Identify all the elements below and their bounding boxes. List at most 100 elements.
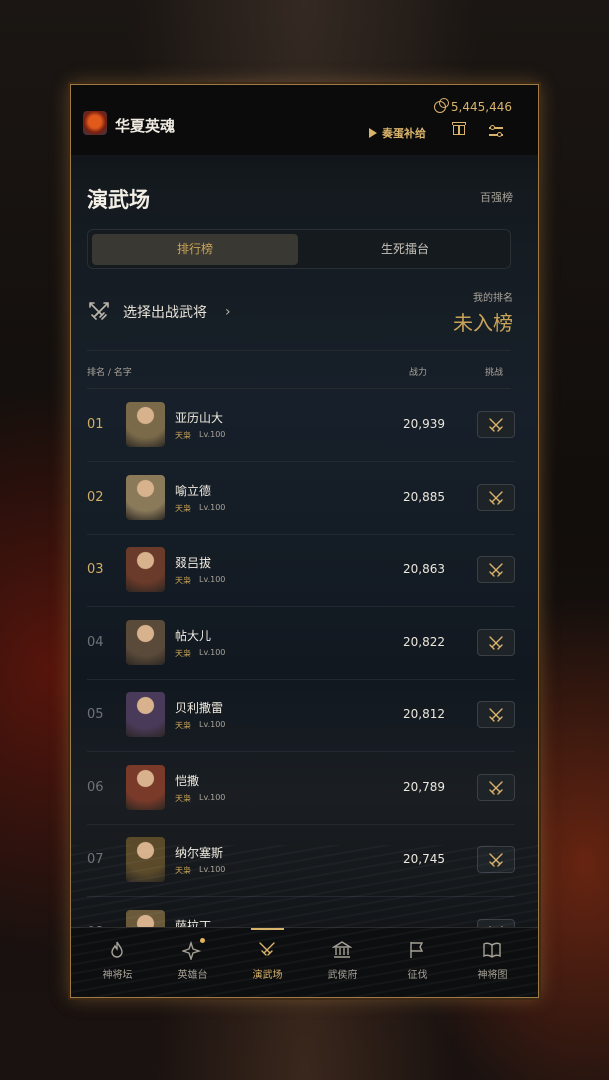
hero-level: Lv.100	[199, 865, 226, 874]
flag-icon	[410, 942, 424, 958]
power-value: 20,939	[403, 417, 445, 431]
tier-badge: 天枭	[175, 721, 191, 730]
crossed-swords-icon	[489, 780, 503, 795]
challenge-button[interactable]	[477, 846, 515, 873]
top-bar: 华夏英魂 5,445,446 奏蛋补给	[71, 85, 538, 155]
bottom-nav: 神将坛 英雄台 演武场 武侯府 征伐 神将图	[71, 927, 538, 997]
nav-yingxiongtai[interactable]: 英雄台	[156, 928, 229, 997]
rank-number: 01	[87, 417, 104, 432]
avatar	[126, 692, 165, 737]
nav-label: 演武场	[252, 970, 283, 981]
nav-label: 征伐	[407, 970, 428, 981]
hero-name: 纳尔塞斯	[175, 846, 224, 860]
table-row: 02 喻立德 天枭 Lv.100 20,885	[87, 462, 515, 535]
nav-yanwuchang[interactable]: 演武场	[231, 928, 304, 997]
app-title: 华夏英魂	[115, 117, 176, 135]
tier-badge: 天枭	[175, 866, 191, 875]
column-challenge: 挑战	[485, 368, 504, 378]
challenge-button[interactable]	[477, 628, 515, 656]
crossed-swords-icon	[89, 302, 109, 320]
nav-shenjiangtu[interactable]: 神将图	[456, 928, 529, 997]
hero-level: Lv.100	[199, 430, 226, 439]
currency-amount: 5,445,446	[450, 100, 512, 114]
nav-wuhoufu[interactable]: 武侯府	[306, 928, 379, 997]
challenge-button[interactable]	[477, 556, 515, 583]
challenge-button[interactable]	[477, 483, 515, 511]
notification-dot	[200, 938, 205, 943]
my-rank-label: 我的排名	[473, 293, 513, 304]
divider	[87, 350, 511, 351]
app-logo	[83, 111, 107, 135]
play-icon	[369, 128, 377, 138]
avatar	[126, 837, 165, 882]
tier-badge: 天枭	[175, 576, 191, 585]
column-power: 战力	[409, 368, 428, 378]
temple-icon	[332, 941, 352, 958]
nav-label: 神将坛	[102, 970, 133, 981]
crossed-swords-icon	[489, 418, 503, 432]
nav-label: 武侯府	[327, 970, 358, 981]
tab-leaderboard[interactable]: 排行榜	[92, 234, 298, 265]
power-value: 20,822	[403, 634, 445, 649]
coin-icon	[433, 98, 449, 113]
currency-display: 5,445,446	[433, 98, 512, 114]
crossed-swords-icon	[259, 942, 275, 956]
tab-arena[interactable]: 生死擂台	[302, 234, 508, 265]
hero-name: 亚历山大	[175, 411, 224, 425]
hero-name: 贝利撒雷	[175, 701, 224, 715]
hero-name: 喻立德	[175, 483, 212, 498]
hero-level: Lv.100	[199, 720, 226, 729]
table-row: 05 贝利撒雷 天枭 Lv.100 20,812	[87, 679, 515, 752]
power-value: 20,789	[403, 779, 445, 794]
avatar	[126, 474, 165, 520]
hero-name: 恺撒	[175, 773, 200, 788]
top100-link[interactable]: 百强榜	[480, 189, 513, 205]
select-hero-label: 选择出战武将	[123, 305, 207, 321]
table-row: 06 恺撒 天枭 Lv.100 20,789	[87, 752, 515, 825]
crossed-swords-icon	[489, 708, 503, 722]
power-value: 20,885	[403, 489, 445, 504]
crossed-swords-icon	[489, 490, 503, 505]
avatar	[126, 547, 165, 592]
tier-badge: 天枭	[175, 648, 191, 658]
book-icon	[483, 942, 501, 958]
hero-level: Lv.100	[199, 647, 226, 657]
hero-level: Lv.100	[199, 502, 226, 512]
table-row: 07 纳尔塞斯 天枭 Lv.100 20,745	[87, 824, 515, 897]
nav-shenjiangtan[interactable]: 神将坛	[81, 928, 154, 997]
app-frame: 华夏英魂 5,445,446 奏蛋补给 演武场 百强榜 排行榜 生死擂台 选择出…	[70, 84, 539, 998]
settings-icon[interactable]	[489, 125, 503, 137]
gift-icon[interactable]	[452, 122, 466, 135]
rank-number: 03	[87, 562, 104, 577]
table-row: 03 叕吕拔 天枭 Lv.100 20,863	[87, 534, 515, 607]
rank-number: 07	[87, 852, 104, 867]
column-rank-name: 排名 / 名字	[87, 368, 132, 378]
rank-number: 02	[87, 489, 104, 505]
hero-level: Lv.100	[199, 575, 226, 584]
table-row: 04 帖大儿 天枭 Lv.100 20,822	[87, 607, 515, 680]
nav-zhengfa[interactable]: 征伐	[381, 928, 454, 997]
challenge-button[interactable]	[477, 701, 515, 728]
table-row: 01 亚历山大 天枭 Lv.100 20,939	[87, 389, 515, 462]
hero-name: 叕吕拔	[175, 556, 212, 570]
sparkle-icon	[182, 940, 202, 960]
power-value: 20,812	[403, 707, 445, 721]
tier-badge: 天枭	[175, 503, 191, 513]
hero-name: 帖大儿	[175, 628, 212, 643]
rank-number: 05	[87, 707, 104, 722]
crossed-swords-icon	[489, 563, 503, 577]
supply-label: 奏蛋补给	[382, 127, 426, 140]
avatar	[126, 764, 165, 810]
crossed-swords-icon	[489, 635, 503, 650]
active-indicator	[251, 928, 284, 930]
chevron-right-icon: ›	[225, 304, 231, 320]
tier-badge: 天枭	[175, 793, 191, 803]
supply-button[interactable]: 奏蛋补给	[369, 125, 426, 141]
crossed-swords-icon	[489, 853, 503, 867]
challenge-button[interactable]	[477, 773, 515, 801]
power-value: 20,863	[403, 562, 445, 576]
rank-number: 04	[87, 634, 104, 650]
select-hero-button[interactable]: 选择出战武将 ›	[87, 297, 231, 327]
segment-control: 排行榜 生死擂台	[87, 229, 511, 269]
challenge-button[interactable]	[477, 411, 515, 438]
